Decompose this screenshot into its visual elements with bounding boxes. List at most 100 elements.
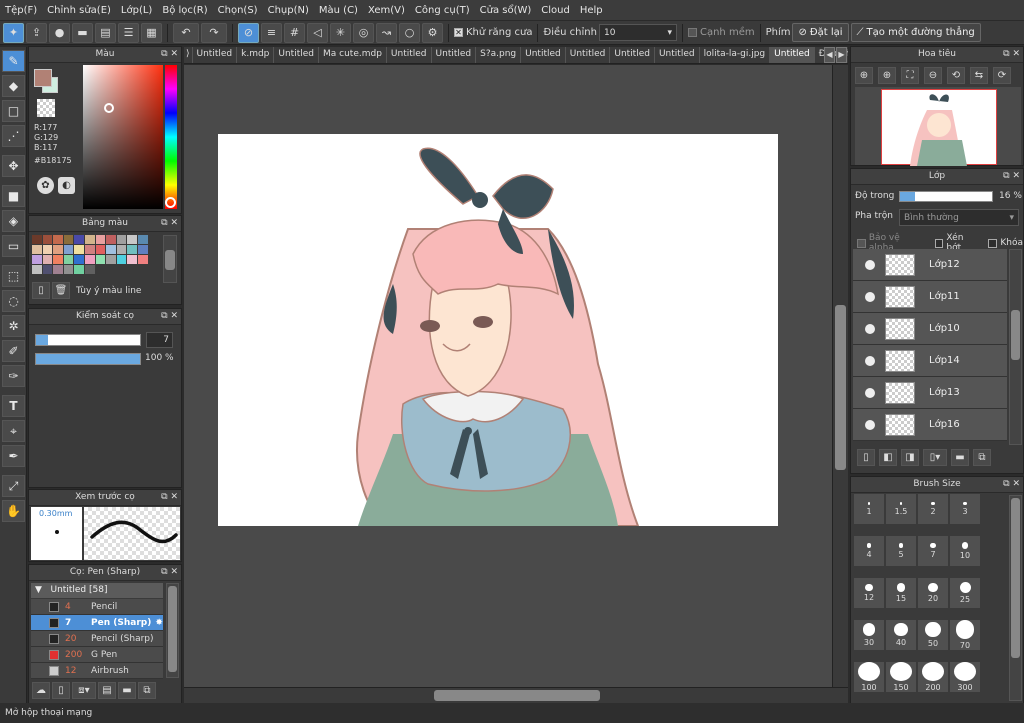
zoom-out-icon[interactable]: ⊖ xyxy=(924,67,942,84)
eye-icon[interactable] xyxy=(865,259,875,270)
document-tab[interactable]: k.mdp xyxy=(237,47,275,63)
perspective-snap-icon[interactable]: ◁ xyxy=(307,22,328,43)
brush-size-cell[interactable]: 200 xyxy=(918,662,948,692)
brush-item[interactable]: 20 Pencil (Sharp) xyxy=(31,631,163,647)
document-tab[interactable]: Untitled xyxy=(387,47,432,63)
palette-swatch[interactable] xyxy=(42,245,53,254)
brush-list-scrollbar-thumb[interactable] xyxy=(168,586,177,672)
palette-swatch[interactable] xyxy=(137,245,148,254)
layers-icon[interactable]: ▦ xyxy=(141,22,162,43)
palette-swatch[interactable] xyxy=(53,255,63,264)
snap-settings-icon[interactable]: ⚙ xyxy=(422,22,443,43)
brush-size-slider[interactable] xyxy=(35,334,141,346)
brush-size-cell[interactable]: 2 xyxy=(918,494,948,524)
ellipse-snap-icon[interactable]: ○ xyxy=(399,22,420,43)
palette-swatch[interactable] xyxy=(137,255,148,264)
brush-menu-icon[interactable]: ⧈▾ xyxy=(72,682,96,699)
soft-edge-toggle[interactable]: Cạnh mềm xyxy=(687,27,755,38)
brush-size-cell[interactable]: 70 xyxy=(950,620,980,650)
duplicate-layer-icon[interactable]: ⧉ xyxy=(973,449,991,466)
brush-opacity-slider[interactable] xyxy=(35,353,141,365)
menu-item[interactable]: Bộ lọc(R) xyxy=(157,5,212,16)
new-palette-icon[interactable]: ▯ xyxy=(32,282,50,299)
drawing-canvas[interactable] xyxy=(218,134,778,526)
eye-icon[interactable] xyxy=(865,291,875,302)
hand-tool-icon[interactable]: ✋ xyxy=(2,500,25,522)
brush-size-scrollbar-thumb[interactable] xyxy=(1011,498,1020,658)
eye-icon[interactable] xyxy=(865,355,875,366)
redo-icon[interactable]: ↷ xyxy=(201,22,227,43)
hue-slider-handle[interactable] xyxy=(165,197,176,208)
brush-size-input[interactable]: 7 xyxy=(146,332,173,348)
layer-row[interactable]: Lớp16 xyxy=(853,409,1007,441)
brush-duplicate-icon[interactable]: ⧉ xyxy=(138,682,156,699)
palette-swatch[interactable] xyxy=(95,255,106,264)
brush-size-cell[interactable]: 12 xyxy=(854,578,884,608)
new-1bit-layer-icon[interactable]: ◨ xyxy=(901,449,919,466)
brush-size-cell[interactable]: 50 xyxy=(918,620,948,650)
document-tab[interactable]: Ma cute.mdp xyxy=(319,47,387,63)
eye-icon[interactable] xyxy=(865,419,875,430)
canvas-horizontal-scrollbar-thumb[interactable] xyxy=(434,690,600,701)
palette-scrollbar[interactable] xyxy=(163,235,177,283)
palette-swatch[interactable] xyxy=(127,245,137,254)
eyedropper-tool-icon[interactable]: ⤢ xyxy=(2,475,25,497)
palette-swatch[interactable] xyxy=(53,265,63,274)
layer-row[interactable]: Lớp14 xyxy=(853,345,1007,377)
canvas-area[interactable] xyxy=(184,65,832,687)
text-tool-icon[interactable]: T xyxy=(2,395,25,417)
palette-swatch[interactable] xyxy=(42,235,53,244)
primary-color-swatch[interactable] xyxy=(34,69,52,87)
brush-size-cell[interactable]: 1 xyxy=(854,494,884,524)
palette-swatch[interactable] xyxy=(137,235,148,244)
lock-checkbox[interactable] xyxy=(988,238,998,248)
brush-size-cell[interactable]: 300 xyxy=(950,662,980,692)
transparent-swatch[interactable] xyxy=(37,99,55,117)
layer-row[interactable]: Lớp10 xyxy=(853,313,1007,345)
lasso-tool-icon[interactable]: ◌ xyxy=(2,290,25,312)
brush-size-cell[interactable]: 150 xyxy=(886,662,916,692)
brush-size-cell[interactable]: 100 xyxy=(854,662,884,692)
soft-edge-checkbox[interactable] xyxy=(687,28,697,37)
palette-scrollbar-thumb[interactable] xyxy=(165,250,175,270)
saturation-value-picker[interactable] xyxy=(83,65,163,209)
brush-item[interactable]: 200 G Pen xyxy=(31,647,163,663)
canvas-vertical-scrollbar-thumb[interactable] xyxy=(835,305,846,470)
clipping-checkbox[interactable] xyxy=(934,238,944,248)
palette-swatch[interactable] xyxy=(84,265,95,274)
hue-slider[interactable] xyxy=(165,65,177,209)
menu-item[interactable]: Công cụ(T) xyxy=(410,5,475,16)
palette-swatch[interactable] xyxy=(53,245,63,254)
document-tab[interactable]: Untitled xyxy=(566,47,611,63)
panel-controls-icon[interactable]: ⧉ ✕ xyxy=(161,216,178,231)
brush-folder-icon[interactable]: ▬ xyxy=(118,682,136,699)
palette-swatch[interactable] xyxy=(116,235,127,244)
palette-swatch[interactable] xyxy=(74,255,84,264)
palette-icon[interactable]: ✿ xyxy=(37,177,54,194)
brush-list-scrollbar[interactable] xyxy=(166,583,179,678)
palette-swatch[interactable] xyxy=(95,235,106,244)
shape-tool-icon[interactable]: □ xyxy=(2,100,25,122)
new-halftone-layer-icon[interactable]: ◧ xyxy=(879,449,897,466)
panel-controls-icon[interactable]: ⧉ ✕ xyxy=(161,47,178,62)
tabs-left-arrow-icon[interactable]: ⟩ xyxy=(184,47,193,63)
document-tab[interactable]: Untitled xyxy=(521,47,566,63)
circle-snap-icon[interactable]: ◎ xyxy=(353,22,374,43)
brush-size-cell[interactable]: 25 xyxy=(950,578,980,608)
brush-item[interactable]: 7 Pen (Sharp) ✸ xyxy=(31,615,163,631)
undo-icon[interactable]: ↶ xyxy=(173,22,199,43)
panel-controls-icon[interactable]: ⧉ ✕ xyxy=(1003,477,1020,492)
canvas-vertical-scrollbar[interactable] xyxy=(832,65,848,687)
eye-icon[interactable] xyxy=(865,323,875,334)
palette-swatch[interactable] xyxy=(116,255,127,264)
canvas-horizontal-scrollbar[interactable] xyxy=(184,687,848,703)
panel-controls-icon[interactable]: ⧉ ✕ xyxy=(161,565,178,580)
palette-swatch[interactable] xyxy=(32,255,42,264)
brush-size-cell[interactable]: 15 xyxy=(886,578,916,608)
brush-group-header[interactable]: ▼ Untitled [58] xyxy=(31,583,163,598)
menu-item[interactable]: Màu (C) xyxy=(314,5,363,16)
straight-line-button[interactable]: ⟋ Tạo một đường thẳng xyxy=(850,23,981,42)
antialias-checkbox[interactable]: ✕ xyxy=(454,28,463,37)
cloud-brush-icon[interactable]: ☁ xyxy=(32,682,50,699)
fill-rect-tool-icon[interactable]: ■ xyxy=(2,185,25,207)
